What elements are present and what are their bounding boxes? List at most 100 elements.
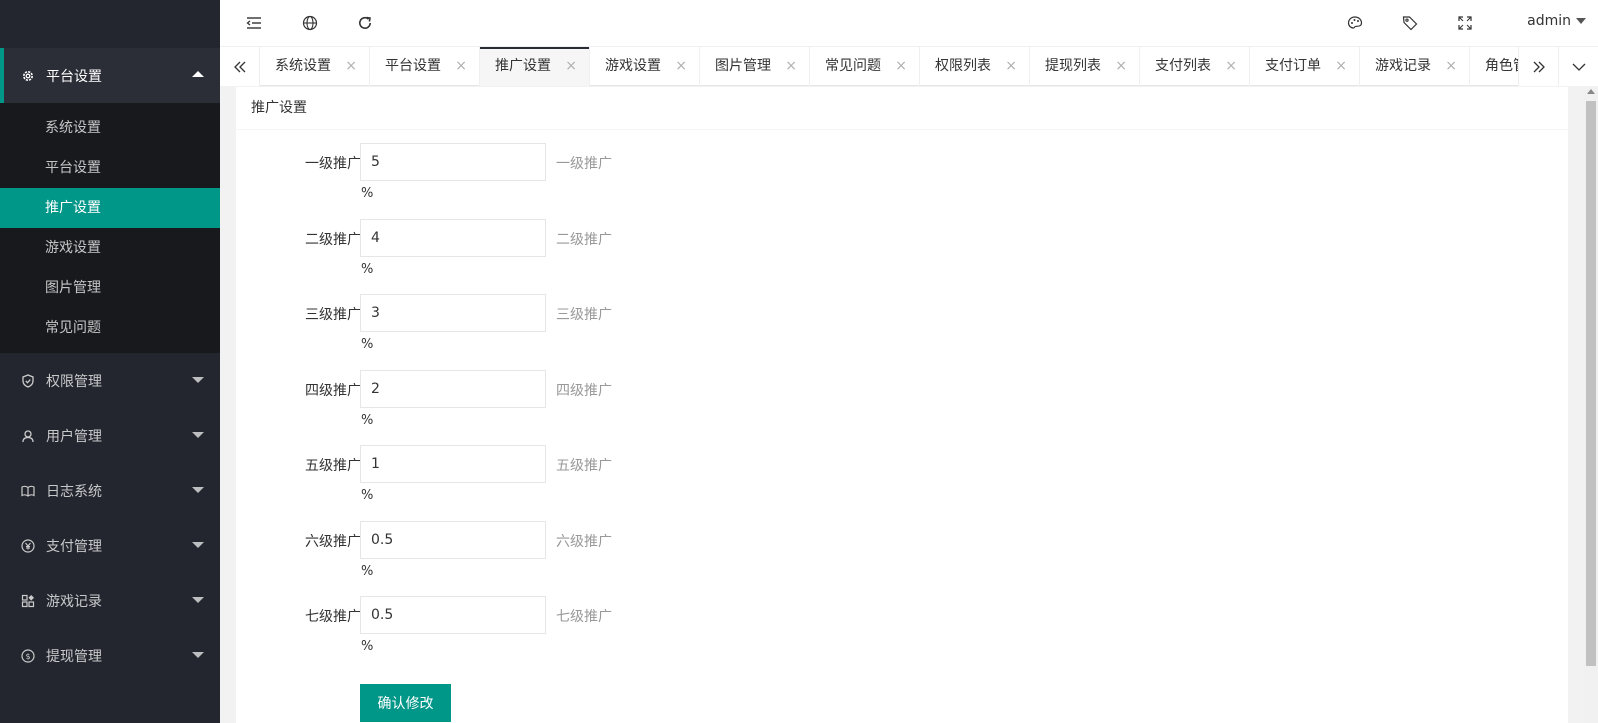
menu-group-platform: 平台设置 系统设置 平台设置 推广设置 游戏设置 图片管理 常见问题 bbox=[0, 48, 220, 353]
field-hint: 一级推广 bbox=[556, 156, 612, 172]
dollar-icon: $ bbox=[20, 648, 36, 664]
sidebar-subitem-faq[interactable]: 常见问题 bbox=[0, 308, 220, 348]
user-icon bbox=[20, 428, 36, 444]
tab-scroll-right-button[interactable] bbox=[1518, 47, 1558, 86]
tab-label: 支付订单 bbox=[1265, 58, 1321, 74]
sidebar-item-label: 日志系统 bbox=[46, 483, 102, 500]
caret-down-icon bbox=[192, 432, 204, 438]
tab-menu-dropdown-button[interactable] bbox=[1558, 47, 1598, 86]
tab-label: 游戏记录 bbox=[1375, 58, 1431, 74]
sidebar-item-label: 提现管理 bbox=[46, 648, 102, 665]
field-label: 四级推广 bbox=[305, 383, 361, 399]
form-row-level-6: 六级推广 六级推广 % bbox=[236, 521, 936, 581]
sidebar-subitem-system-settings[interactable]: 系统设置 bbox=[0, 108, 220, 148]
unit-label: % bbox=[361, 337, 374, 352]
caret-down-icon bbox=[192, 597, 204, 603]
form-row-level-7: 七级推广 七级推广 % bbox=[236, 596, 936, 656]
sidebar-subitem-game-settings[interactable]: 游戏设置 bbox=[0, 228, 220, 268]
close-icon[interactable]: × bbox=[785, 47, 797, 86]
tab-image-management[interactable]: 图片管理 × bbox=[700, 47, 810, 86]
scroll-up-arrow-icon[interactable] bbox=[1587, 89, 1595, 94]
caret-up-icon bbox=[192, 71, 204, 77]
shield-icon bbox=[20, 373, 36, 389]
palette-icon[interactable] bbox=[1343, 11, 1367, 35]
chevron-down-icon bbox=[1572, 63, 1585, 71]
field-label: 七级推广 bbox=[305, 609, 361, 625]
sidebar-item-platform-settings[interactable]: 平台设置 bbox=[0, 48, 220, 103]
field-hint: 六级推广 bbox=[556, 534, 612, 550]
form-row-level-5: 五级推广 五级推广 % bbox=[236, 445, 936, 505]
scrollbar[interactable] bbox=[1584, 87, 1598, 723]
tab-promotion-settings[interactable]: 推广设置 × bbox=[480, 47, 590, 86]
tab-label: 图片管理 bbox=[715, 58, 771, 74]
sidebar-item-label: 用户管理 bbox=[46, 428, 102, 445]
menu-shrink-icon[interactable] bbox=[242, 11, 266, 35]
close-icon[interactable]: × bbox=[1225, 47, 1237, 86]
sidebar: 平台设置 系统设置 平台设置 推广设置 游戏设置 图片管理 常见问题 权限管理 … bbox=[0, 0, 220, 723]
username: admin bbox=[1527, 13, 1571, 29]
tab-permission-list[interactable]: 权限列表 × bbox=[920, 47, 1030, 86]
field-label: 一级推广 bbox=[305, 156, 361, 172]
tab-payment-orders[interactable]: 支付订单 × bbox=[1250, 47, 1360, 86]
close-icon[interactable]: × bbox=[455, 47, 467, 86]
gear-icon bbox=[20, 68, 36, 84]
level-3-input[interactable] bbox=[360, 294, 546, 332]
tab-scroll-left-button[interactable] bbox=[220, 47, 260, 86]
close-icon[interactable]: × bbox=[1115, 47, 1127, 86]
tab-withdrawal-list[interactable]: 提现列表 × bbox=[1030, 47, 1140, 86]
level-2-input[interactable] bbox=[360, 219, 546, 257]
close-icon[interactable]: × bbox=[675, 47, 687, 86]
tab-payment-list[interactable]: 支付列表 × bbox=[1140, 47, 1250, 86]
level-5-input[interactable] bbox=[360, 445, 546, 483]
refresh-icon[interactable] bbox=[353, 11, 377, 35]
close-icon[interactable]: × bbox=[1335, 47, 1347, 86]
sidebar-subitem-promotion-settings[interactable]: 推广设置 bbox=[0, 188, 220, 228]
level-1-input[interactable] bbox=[360, 143, 546, 181]
caret-down-icon bbox=[192, 487, 204, 493]
sidebar-item-logs[interactable]: 日志系统 bbox=[0, 463, 220, 518]
sidebar-item-users[interactable]: 用户管理 bbox=[0, 408, 220, 463]
tab-label: 权限列表 bbox=[935, 58, 991, 74]
globe-icon[interactable] bbox=[298, 11, 322, 35]
level-7-input[interactable] bbox=[360, 596, 546, 634]
field-label: 五级推广 bbox=[305, 458, 361, 474]
tab-label: 常见问题 bbox=[825, 58, 881, 74]
tab-faq[interactable]: 常见问题 × bbox=[810, 47, 920, 86]
caret-down-icon bbox=[192, 652, 204, 658]
tab-label: 游戏设置 bbox=[605, 58, 661, 74]
unit-label: % bbox=[361, 413, 374, 428]
book-icon bbox=[20, 483, 36, 499]
close-icon[interactable]: × bbox=[565, 47, 577, 86]
tab-bar: 系统设置 × 平台设置 × 推广设置 × 游戏设置 × 图片管理 × 常见问题 × 权限列表 × 提现列表 ×… bbox=[220, 46, 1598, 86]
tab-label: 推广设置 bbox=[495, 58, 551, 74]
sidebar-item-game-records[interactable]: 游戏记录 bbox=[0, 573, 220, 628]
unit-label: % bbox=[361, 262, 374, 277]
close-icon[interactable]: × bbox=[1005, 47, 1017, 86]
tab-label: 支付列表 bbox=[1155, 58, 1211, 74]
tag-icon[interactable] bbox=[1398, 11, 1422, 35]
confirm-edit-button[interactable]: 确认修改 bbox=[360, 684, 451, 722]
level-4-input[interactable] bbox=[360, 370, 546, 408]
tab-game-records[interactable]: 游戏记录 × bbox=[1360, 47, 1470, 86]
scrollbar-thumb[interactable] bbox=[1586, 101, 1596, 666]
sidebar-subitem-platform-settings[interactable]: 平台设置 bbox=[0, 148, 220, 188]
user-menu[interactable]: admin bbox=[1527, 13, 1586, 29]
sidebar-logo-area bbox=[0, 0, 220, 48]
tab-role-management[interactable]: 角色管理× bbox=[1470, 47, 1518, 86]
fullscreen-icon[interactable] bbox=[1453, 11, 1477, 35]
level-6-input[interactable] bbox=[360, 521, 546, 559]
double-chevron-left-icon bbox=[233, 61, 245, 72]
close-icon[interactable]: × bbox=[1445, 47, 1457, 86]
sidebar-subitem-image-management[interactable]: 图片管理 bbox=[0, 268, 220, 308]
tab-game-settings[interactable]: 游戏设置 × bbox=[590, 47, 700, 86]
sidebar-item-withdrawals[interactable]: $ 提现管理 bbox=[0, 628, 220, 683]
close-icon[interactable]: × bbox=[895, 47, 907, 86]
close-icon[interactable]: × bbox=[345, 47, 357, 86]
field-hint: 五级推广 bbox=[556, 458, 612, 474]
tab-platform-settings[interactable]: 平台设置 × bbox=[370, 47, 480, 86]
sidebar-item-permissions[interactable]: 权限管理 bbox=[0, 353, 220, 408]
field-label: 二级推广 bbox=[305, 232, 361, 248]
tab-system-settings[interactable]: 系统设置 × bbox=[260, 47, 370, 86]
sidebar-item-label: 游戏记录 bbox=[46, 593, 102, 610]
sidebar-item-payments[interactable]: 支付管理 bbox=[0, 518, 220, 573]
